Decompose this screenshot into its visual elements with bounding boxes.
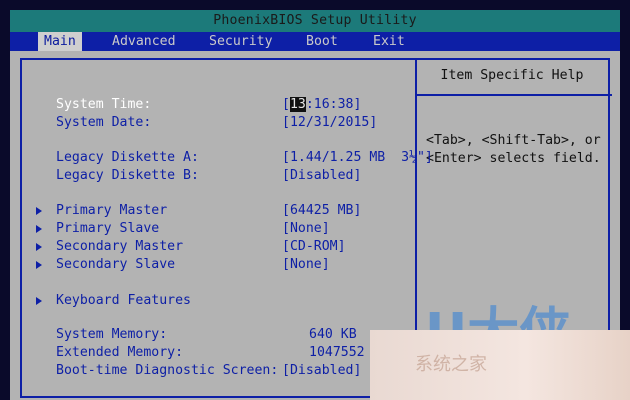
primary-master-value: [64425 MB]: [282, 203, 362, 218]
bios-title: PhoenixBIOS Setup Utility: [213, 13, 417, 28]
system-memory-value: 640 KB: [309, 327, 357, 342]
menu-boot[interactable]: Boot: [300, 32, 344, 51]
menu-bar: Main Advanced Security Boot Exit: [10, 32, 620, 51]
secondary-master-arrow-icon: [36, 243, 42, 251]
secondary-slave-value: [None]: [282, 257, 330, 272]
help-line-2: <Enter> selects field.: [426, 151, 601, 166]
boot-diagnostic-label: Boot-time Diagnostic Screen:: [56, 363, 279, 378]
secondary-slave-label[interactable]: Secondary Slave: [56, 256, 175, 274]
diskette-a-field[interactable]: [1.44/1.25 MB 3½"]: [282, 149, 433, 167]
title-bar: PhoenixBIOS Setup Utility: [10, 10, 620, 32]
system-date-field[interactable]: [12/31/2015]: [282, 114, 377, 132]
keyboard-features-arrow-icon: [36, 297, 42, 305]
primary-slave-arrow-icon: [36, 225, 42, 233]
extended-memory-label: Extended Memory:: [56, 345, 184, 360]
system-date-label: System Date:: [56, 115, 152, 130]
diskette-b-field[interactable]: [Disabled]: [282, 167, 361, 185]
help-title: Item Specific Help: [440, 68, 584, 83]
primary-slave-value: [None]: [282, 221, 330, 236]
primary-slave-label[interactable]: Primary Slave: [56, 220, 159, 238]
help-line-1: <Tab>, <Shift-Tab>, or: [426, 133, 601, 148]
system-time-open: [: [282, 97, 290, 112]
system-time-rest: :16:38]: [305, 97, 362, 112]
diskette-a-label: Legacy Diskette A:: [56, 150, 199, 165]
system-memory-label: System Memory:: [56, 327, 168, 342]
system-time-hour-cursor[interactable]: 13: [289, 97, 306, 112]
system-time-field[interactable]: [13:16:38]: [282, 96, 361, 114]
diskette-b-label: Legacy Diskette B:: [56, 168, 199, 183]
secondary-slave-arrow-icon: [36, 261, 42, 269]
menu-main[interactable]: Main: [38, 32, 82, 51]
menu-security[interactable]: Security: [203, 32, 279, 51]
watermark-overlay: 系统之家: [370, 330, 630, 400]
menu-exit[interactable]: Exit: [367, 32, 411, 51]
primary-master-label[interactable]: Primary Master: [56, 202, 167, 220]
system-time-label: System Time:: [56, 97, 152, 112]
secondary-master-value: [CD-ROM]: [282, 239, 346, 254]
menu-advanced[interactable]: Advanced: [106, 32, 182, 51]
secondary-master-label[interactable]: Secondary Master: [56, 238, 183, 256]
primary-master-arrow-icon: [36, 207, 42, 215]
keyboard-features-label[interactable]: Keyboard Features: [56, 292, 191, 310]
boot-diagnostic-field[interactable]: [Disabled]: [282, 362, 361, 380]
help-text: <Tab>, <Shift-Tab>, or <Enter> selects f…: [426, 132, 601, 168]
help-divider: [417, 94, 612, 96]
overlay-text: 系统之家: [415, 354, 487, 375]
